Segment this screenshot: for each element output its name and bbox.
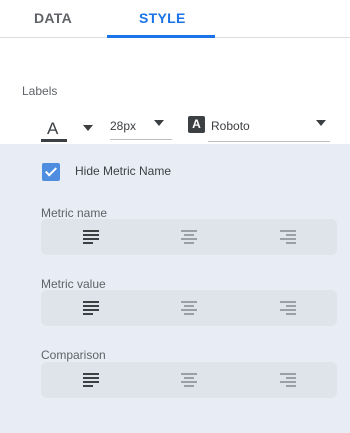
tab-data[interactable]: DATA (34, 10, 72, 26)
hide-metric-name-label: Hide Metric Name (75, 164, 172, 178)
align-left-icon[interactable] (83, 299, 99, 317)
font-color-dropdown-icon[interactable] (83, 125, 93, 131)
metric-value-label: Metric value (41, 277, 106, 291)
metric-name-alignment (41, 219, 337, 255)
align-center-icon[interactable] (181, 299, 197, 317)
align-right-icon[interactable] (280, 299, 296, 317)
font-color-swatch (41, 139, 67, 142)
font-color-picker[interactable]: A (41, 119, 67, 143)
font-size-underline (110, 139, 172, 140)
tab-style[interactable]: STYLE (139, 10, 186, 26)
align-left-icon[interactable] (83, 228, 99, 246)
font-color-icon: A (47, 119, 59, 138)
check-icon (44, 164, 58, 177)
hide-metric-name-checkbox[interactable] (42, 163, 60, 181)
active-tab-indicator (107, 35, 215, 38)
align-right-icon[interactable] (280, 371, 296, 389)
metric-name-label: Metric name (41, 206, 108, 220)
align-center-icon[interactable] (181, 371, 197, 389)
font-family-dropdown-icon[interactable] (316, 120, 326, 126)
font-size-value: 28px (110, 119, 137, 133)
comparison-alignment (41, 362, 337, 398)
labels-section-title: Labels (22, 84, 58, 98)
align-right-icon[interactable] (280, 228, 296, 246)
metric-value-alignment (41, 290, 337, 326)
font-family-underline (208, 141, 330, 142)
font-family-select[interactable]: A Roboto (188, 116, 330, 143)
tab-bar: DATA STYLE (0, 0, 350, 38)
align-center-icon[interactable] (181, 228, 197, 246)
font-family-icon: A (188, 116, 205, 133)
align-left-icon[interactable] (83, 371, 99, 389)
font-family-value: Roboto (211, 119, 250, 133)
comparison-label: Comparison (41, 348, 106, 362)
font-size-dropdown-icon[interactable] (154, 120, 164, 126)
